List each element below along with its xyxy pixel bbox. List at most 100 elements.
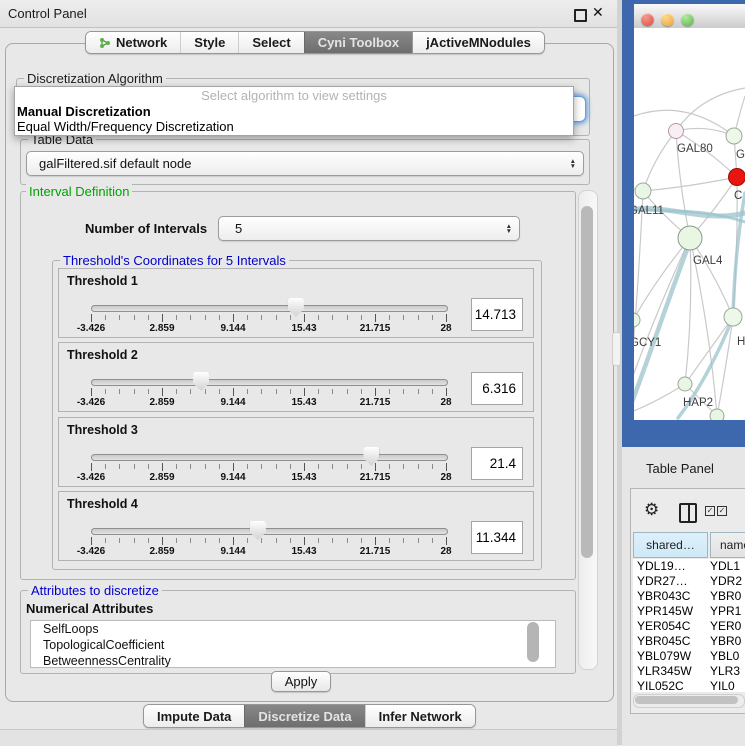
network-node-node-h[interactable]: [724, 308, 742, 326]
table-cell: YBL0: [710, 649, 739, 663]
slider-tick: [190, 538, 191, 543]
algorithm-option[interactable]: Equal Width/Frequency Discretization: [15, 119, 573, 134]
divider-resize-handle[interactable]: [612, 332, 621, 366]
tab-network[interactable]: Network: [86, 32, 180, 53]
network-edge[interactable]: [634, 110, 734, 136]
numerical-attributes-list[interactable]: SelfLoopsTopologicalCoefficientBetweenne…: [30, 620, 556, 668]
checkbox-icon[interactable]: ✓: [705, 506, 715, 516]
network-node-gal11[interactable]: [635, 183, 651, 199]
column-layout-icon[interactable]: [679, 503, 697, 523]
network-node-gal80[interactable]: [669, 124, 684, 139]
table-cell: YDL1: [710, 559, 740, 573]
table-row[interactable]: YBR043CYBR0: [633, 589, 745, 604]
table-cell: YLR345W: [633, 664, 710, 678]
slider-tick: [361, 389, 362, 394]
table-scrollbar-thumb[interactable]: [635, 696, 738, 704]
close-icon[interactable]: ✕: [592, 4, 604, 21]
network-node-gal4[interactable]: [678, 226, 702, 250]
network-node-node-top-right[interactable]: [726, 128, 742, 144]
table-row[interactable]: YIL052CYIL0: [633, 679, 745, 692]
zoom-traffic-light-icon[interactable]: [681, 13, 694, 26]
slider-track[interactable]: [91, 305, 448, 312]
bottom-tab-infer-network[interactable]: Infer Network: [365, 705, 475, 727]
algorithm-option[interactable]: Manual Discretization: [15, 104, 573, 119]
attribute-list-item[interactable]: TopologicalCoefficient: [31, 637, 555, 653]
slider-tick-label: 15.43: [291, 472, 316, 483]
slider-tick: [162, 463, 163, 471]
slider-tick: [290, 538, 291, 543]
slider-tick: [332, 464, 333, 469]
slider-tick: [190, 315, 191, 320]
float-window-icon[interactable]: [574, 9, 587, 22]
attributes-scrollbar-thumb[interactable]: [527, 622, 539, 662]
slider-tick-label: -3.426: [77, 397, 105, 408]
slider-tick: [261, 315, 262, 320]
slider-tick: [247, 464, 248, 469]
network-edge[interactable]: [685, 238, 691, 384]
network-edge[interactable]: [643, 177, 737, 191]
slider-track[interactable]: [91, 454, 448, 461]
bottom-tab-impute-data[interactable]: Impute Data: [144, 705, 244, 727]
network-node-node-bottom[interactable]: [710, 409, 724, 420]
slider-tick: [205, 464, 206, 469]
table-row[interactable]: YLR345WYLR3: [633, 664, 745, 679]
minimize-traffic-light-icon[interactable]: [661, 13, 674, 26]
settings-vertical-scrollbar[interactable]: [578, 190, 598, 670]
slider-thumb[interactable]: [250, 521, 266, 540]
network-edge[interactable]: [634, 384, 685, 414]
tab-label: Cyni Toolbox: [318, 35, 399, 50]
network-edge[interactable]: [643, 131, 676, 191]
network-edge-thick[interactable]: [733, 193, 745, 317]
table-row[interactable]: YDR27…YDR2: [633, 574, 745, 589]
network-node-gcy1[interactable]: [634, 313, 640, 327]
network-edge[interactable]: [685, 317, 733, 384]
tab-cyni-toolbox[interactable]: Cyni Toolbox: [304, 32, 412, 53]
close-traffic-light-icon[interactable]: [641, 13, 654, 26]
slider-thumb[interactable]: [363, 447, 379, 466]
slider-tick: [332, 538, 333, 543]
tab-style[interactable]: Style: [180, 32, 238, 53]
gear-icon[interactable]: ⚙: [644, 500, 659, 520]
slider-tick-label: -3.426: [77, 323, 105, 334]
network-edge[interactable]: [676, 88, 745, 131]
tab-jactivemnodules[interactable]: jActiveMNodules: [412, 32, 544, 53]
slider-tick: [290, 315, 291, 320]
network-edge[interactable]: [634, 238, 690, 320]
threshold-value-field[interactable]: 21.4: [471, 447, 523, 480]
attribute-list-item[interactable]: BetweennessCentrality: [31, 653, 555, 668]
table-row[interactable]: YDL19…YDL1: [633, 559, 745, 574]
table-row[interactable]: YER054CYER0: [633, 619, 745, 634]
bottom-tab-discretize-data[interactable]: Discretize Data: [244, 705, 364, 727]
threshold-value-field[interactable]: 11.344: [471, 521, 523, 554]
table-row[interactable]: YPR145WYPR1: [633, 604, 745, 619]
node-table[interactable]: YDL19…YDL1YDR27…YDR2YBR043CYBR0YPR145WYP…: [633, 559, 745, 692]
network-node-label: GAL80: [677, 143, 713, 155]
slider-tick-label: -3.426: [77, 472, 105, 483]
settings-scrollbar-thumb[interactable]: [581, 206, 593, 558]
slider-tick: [375, 537, 376, 545]
table-data-combobox[interactable]: galFiltered.sif default node ▲▼: [26, 151, 584, 176]
slider-thumb[interactable]: [193, 372, 209, 391]
slider-tick: [119, 315, 120, 320]
checkbox-icon[interactable]: ✓: [717, 506, 727, 516]
network-node-hap2[interactable]: [678, 377, 692, 391]
slider-tick: [162, 314, 163, 322]
network-edge[interactable]: [690, 238, 733, 317]
apply-button[interactable]: Apply: [271, 671, 331, 692]
threshold-value-field[interactable]: 14.713: [471, 298, 523, 331]
network-view-canvas[interactable]: GAL80GACGAL11GAL4GCY1HHAP2: [634, 28, 745, 420]
table-row[interactable]: YBR045CYBR0: [633, 634, 745, 649]
tab-select[interactable]: Select: [238, 32, 303, 53]
network-window-titlebar[interactable]: [634, 4, 745, 29]
threshold-row: Threshold 1-3.4262.8599.14415.4321.71528…: [58, 268, 534, 338]
network-node-node-red[interactable]: [729, 169, 745, 186]
table-column-header[interactable]: shared…: [633, 532, 708, 558]
slider-tick: [276, 315, 277, 320]
table-row[interactable]: YBL079WYBL0: [633, 649, 745, 664]
slider-track[interactable]: [91, 528, 448, 535]
number-of-intervals-combobox[interactable]: 5 ▲▼: [218, 216, 520, 241]
threshold-value-field[interactable]: 6.316: [471, 372, 523, 405]
attribute-list-item[interactable]: SelfLoops: [31, 621, 555, 637]
slider-track[interactable]: [91, 379, 448, 386]
table-column-header[interactable]: name: [710, 532, 745, 558]
